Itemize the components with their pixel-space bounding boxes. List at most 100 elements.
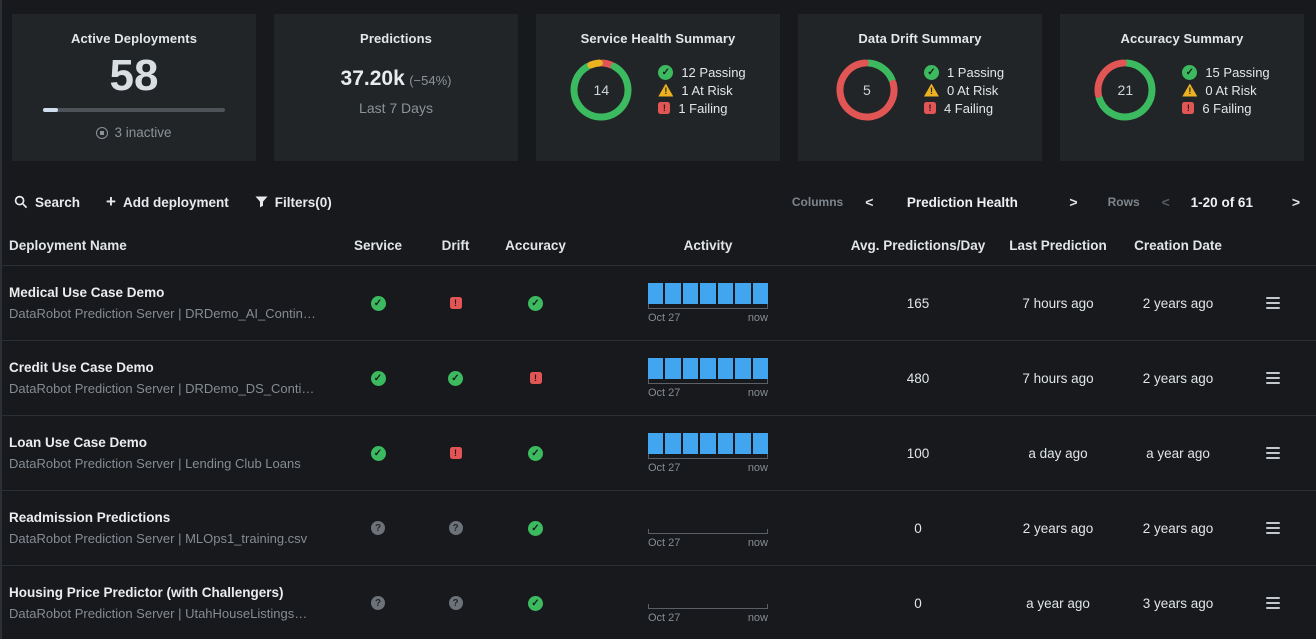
activity-axis-end: now bbox=[748, 462, 768, 474]
columns-label: Columns bbox=[792, 195, 843, 209]
activity-bar bbox=[700, 433, 715, 454]
passing-icon bbox=[528, 446, 543, 461]
accuracy-legend: 15 Passing 0 At Risk 6 Failing bbox=[1182, 62, 1269, 119]
table-row[interactable]: Credit Use Case Demo DataRobot Predictio… bbox=[0, 340, 1316, 415]
rows-next-chevron-icon[interactable]: > bbox=[1288, 194, 1304, 210]
legend-item: 1 Failing bbox=[658, 101, 745, 116]
last-prediction-value: 2 years ago bbox=[998, 521, 1118, 536]
deployment-name[interactable]: Readmission Predictions bbox=[9, 510, 338, 525]
activity-axis-end: now bbox=[748, 312, 768, 324]
activity-axis-start: Oct 27 bbox=[648, 462, 680, 474]
activity-bar bbox=[683, 358, 698, 379]
accuracy-status-cell bbox=[493, 296, 578, 311]
last-prediction-value: a day ago bbox=[998, 446, 1118, 461]
failing-icon bbox=[450, 447, 462, 459]
search-label: Search bbox=[35, 195, 80, 210]
filters-label: Filters(0) bbox=[275, 195, 332, 210]
inactive-label: 3 inactive bbox=[114, 125, 171, 140]
activity-bar bbox=[718, 433, 733, 454]
creation-date-value: 3 years ago bbox=[1118, 596, 1238, 611]
failing-icon bbox=[658, 102, 670, 114]
at-risk-icon bbox=[658, 84, 673, 97]
active-deployments-value: 58 bbox=[12, 54, 256, 98]
unknown-icon bbox=[449, 521, 463, 535]
passing-icon bbox=[371, 446, 386, 461]
failing-icon bbox=[450, 297, 462, 309]
activity-bar bbox=[700, 358, 715, 379]
service-status-cell bbox=[338, 296, 418, 311]
service-health-legend: 12 Passing 1 At Risk 1 Failing bbox=[658, 62, 745, 119]
legend-label: 6 Failing bbox=[1202, 101, 1251, 116]
row-actions-menu-icon[interactable] bbox=[1262, 593, 1284, 613]
service-status-cell bbox=[338, 596, 418, 610]
accuracy-status-cell bbox=[493, 446, 578, 461]
search-button[interactable]: Search bbox=[14, 195, 80, 210]
legend-item: 1 At Risk bbox=[658, 83, 745, 98]
card-title: Data Drift Summary bbox=[798, 31, 1042, 46]
avg-predictions-value: 0 bbox=[838, 596, 998, 611]
activity-bar bbox=[683, 433, 698, 454]
add-deployment-button[interactable]: + Add deployment bbox=[106, 194, 229, 210]
last-prediction-value: 7 hours ago bbox=[998, 296, 1118, 311]
plus-icon: + bbox=[106, 193, 116, 210]
activity-axis bbox=[648, 304, 768, 309]
row-actions-menu-icon[interactable] bbox=[1262, 368, 1284, 388]
activity-axis bbox=[648, 379, 768, 384]
deployment-name[interactable]: Loan Use Case Demo bbox=[9, 435, 338, 450]
activity-axis-end: now bbox=[748, 387, 768, 399]
activity-bar bbox=[718, 358, 733, 379]
table-row[interactable]: Housing Price Predictor (with Challenger… bbox=[0, 565, 1316, 639]
deployment-name[interactable]: Credit Use Case Demo bbox=[9, 360, 338, 375]
failing-icon bbox=[924, 102, 936, 114]
activity-chart: Oct 27 now bbox=[648, 583, 768, 624]
header-last-prediction: Last Prediction bbox=[998, 238, 1118, 253]
table-row[interactable]: Loan Use Case Demo DataRobot Prediction … bbox=[0, 415, 1316, 490]
table-row[interactable]: Medical Use Case Demo DataRobot Predicti… bbox=[0, 265, 1316, 340]
drift-status-cell bbox=[418, 521, 493, 535]
table-header-row: Deployment Name Service Drift Accuracy A… bbox=[0, 225, 1316, 265]
donut-total: 21 bbox=[1094, 59, 1156, 121]
row-actions-menu-icon[interactable] bbox=[1262, 518, 1284, 538]
predictions-delta: (−54%) bbox=[409, 73, 451, 88]
passing-icon bbox=[528, 596, 543, 611]
filters-button[interactable]: Filters(0) bbox=[255, 195, 332, 210]
deployment-name[interactable]: Medical Use Case Demo bbox=[9, 285, 338, 300]
row-actions-menu-icon[interactable] bbox=[1262, 443, 1284, 463]
data-drift-legend: 1 Passing 0 At Risk 4 Failing bbox=[924, 62, 1004, 119]
rows-prev-chevron-icon[interactable]: < bbox=[1158, 194, 1174, 210]
activity-axis bbox=[648, 454, 768, 459]
page-left-edge bbox=[0, 0, 2, 639]
legend-item: 1 Passing bbox=[924, 65, 1004, 80]
donut-total: 14 bbox=[570, 59, 632, 121]
deployment-name[interactable]: Housing Price Predictor (with Challenger… bbox=[9, 585, 338, 600]
legend-label: 12 Passing bbox=[681, 65, 745, 80]
columns-next-chevron-icon[interactable]: > bbox=[1065, 194, 1081, 210]
legend-label: 4 Failing bbox=[944, 101, 993, 116]
service-status-cell bbox=[338, 446, 418, 461]
row-actions-menu-icon[interactable] bbox=[1262, 293, 1284, 313]
search-icon bbox=[14, 195, 28, 209]
activity-axis-start: Oct 27 bbox=[648, 312, 680, 324]
deployment-source: DataRobot Prediction Server | DRDemo_AI_… bbox=[9, 306, 338, 321]
failing-icon bbox=[1182, 102, 1194, 114]
predictions-value: 37.20k bbox=[341, 67, 405, 90]
table-row[interactable]: Readmission Predictions DataRobot Predic… bbox=[0, 490, 1316, 565]
activity-bar bbox=[665, 283, 680, 304]
columns-prev-chevron-icon[interactable]: < bbox=[861, 194, 877, 210]
deployment-source: DataRobot Prediction Server | MLOps1_tra… bbox=[9, 531, 338, 546]
columns-preset-value[interactable]: Prediction Health bbox=[877, 195, 1047, 210]
passing-icon bbox=[924, 65, 939, 80]
at-risk-icon bbox=[1182, 84, 1197, 97]
activity-bar bbox=[700, 283, 715, 304]
predictions-period: Last 7 Days bbox=[274, 100, 518, 116]
service-health-donut: 14 bbox=[570, 59, 632, 121]
activity-bar bbox=[665, 433, 680, 454]
legend-item: 0 At Risk bbox=[1182, 83, 1269, 98]
avg-predictions-value: 165 bbox=[838, 296, 998, 311]
activity-bar bbox=[648, 283, 663, 304]
creation-date-value: 2 years ago bbox=[1118, 371, 1238, 386]
card-accuracy-summary: Accuracy Summary 21 15 Passing 0 At Risk… bbox=[1060, 14, 1304, 161]
header-accuracy: Accuracy bbox=[493, 238, 578, 253]
activity-bars bbox=[648, 583, 768, 604]
header-creation-date: Creation Date bbox=[1118, 238, 1238, 253]
